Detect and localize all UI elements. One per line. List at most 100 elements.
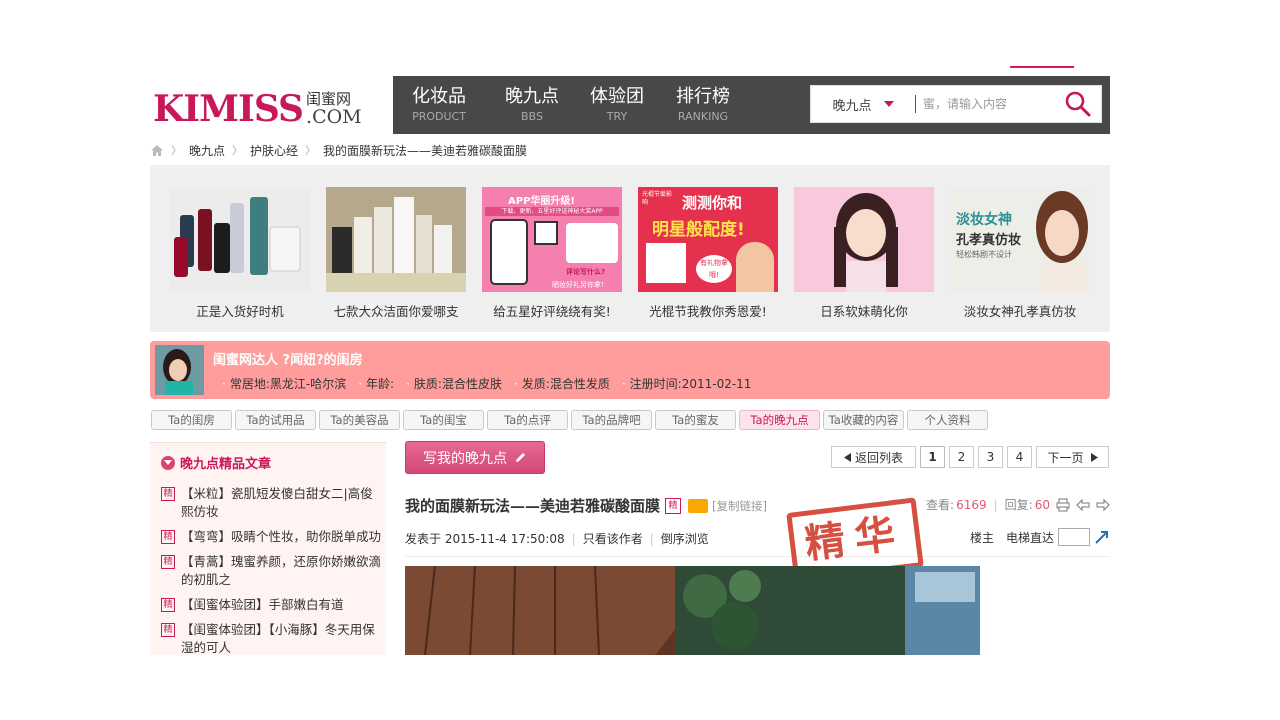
qr-code-image xyxy=(646,243,686,283)
breadcrumb-separator: 〉 xyxy=(305,144,317,157)
nav-item-try[interactable]: 体验团 TRY xyxy=(586,84,648,124)
logo-brand: KIMISS xyxy=(153,88,304,130)
tab-trial[interactable]: Ta的试用品 xyxy=(235,410,316,430)
portrait-image xyxy=(1036,191,1088,292)
page-4-button[interactable]: 4 xyxy=(1007,446,1032,468)
banner-headline: 淡妆女神 xyxy=(956,212,1012,228)
tab-profile[interactable]: 个人资料 xyxy=(907,410,988,430)
tab-brand-bar[interactable]: Ta的品牌吧 xyxy=(571,410,652,430)
list-item[interactable]: 精 【弯弯】吸睛个性妆，助你脱单成功 xyxy=(161,528,383,546)
nav-item-bbs[interactable]: 晚九点 BBS xyxy=(501,84,563,124)
arrow-left-icon xyxy=(843,452,851,462)
views-label: 查看: xyxy=(926,498,955,512)
tab-favorites[interactable]: Ta收藏的内容 xyxy=(823,410,904,430)
previous-thread-icon[interactable] xyxy=(1076,498,1090,512)
list-item-title: 【闺蜜体验团】手部嫩白有道 xyxy=(181,597,344,612)
page-3-button[interactable]: 3 xyxy=(978,446,1003,468)
tab-room[interactable]: Ta的闺房 xyxy=(151,410,232,430)
tab-treasure[interactable]: Ta的闺宝 xyxy=(403,410,484,430)
banner-image-cosmetics xyxy=(170,187,310,292)
avatar[interactable] xyxy=(155,345,204,395)
sidebar-header: 晚九点精品文章 xyxy=(161,453,271,472)
breadcrumb-item[interactable]: 晚九点 xyxy=(189,142,225,159)
banner-tag: 有礼物拿哦! xyxy=(696,255,732,283)
cleanser-tubes-image xyxy=(326,187,466,292)
banner-card[interactable]: 光棍节爱影响 测测你和 明星般配度! 有礼物拿哦! 光棍节我教你秀恩爱! xyxy=(638,187,778,320)
header-accent-line xyxy=(1010,66,1074,68)
list-item[interactable]: 精 【米粒】瓷肌短发傻白甜女二|高俊熙仿妆 xyxy=(161,485,383,521)
banner-card[interactable]: 七款大众洁面你爱哪支 xyxy=(326,187,466,320)
author-only-link[interactable]: 只看该作者 xyxy=(583,530,643,547)
nav-item-product[interactable]: 化妆品 PRODUCT xyxy=(408,84,470,124)
list-item-title: 【弯弯】吸睛个性妆，助你脱单成功 xyxy=(181,529,382,544)
profile-tabs: Ta的闺房 Ta的试用品 Ta的美容品 Ta的闺宝 Ta的点评 Ta的品牌吧 T… xyxy=(151,410,988,430)
profile-location: 常居地:黑龙江-哈尔滨 xyxy=(222,375,346,392)
page-1-button[interactable]: 1 xyxy=(920,446,945,468)
profile-hair-type: 发质:混合性发质 xyxy=(514,375,610,392)
tab-friends[interactable]: Ta的蜜友 xyxy=(655,410,736,430)
banner-card[interactable]: APP华丽升级! 下载、更新、五星好评送神秘大奖APP 评论写什么? 晒妆好礼另… xyxy=(482,187,622,320)
sidebar-featured: 晚九点精品文章 精 【米粒】瓷肌短发傻白甜女二|高俊熙仿妆 精 【弯弯】吸睛个性… xyxy=(150,442,386,655)
phone-image xyxy=(490,219,528,285)
logo-com: .COM xyxy=(306,106,362,128)
user-profile-bar: 闺蜜网达人 ?闻妞?的闺房 常居地:黑龙江-哈尔滨 年龄: 肤质:混合性皮肤 发… xyxy=(150,341,1110,399)
search-icon[interactable] xyxy=(1063,89,1093,119)
list-item[interactable]: 精 【闺蜜体验团】【小海豚】冬天用保湿的可人 xyxy=(161,621,383,655)
tab-beauty[interactable]: Ta的美容品 xyxy=(319,410,400,430)
featured-badge-icon: 精 xyxy=(161,598,175,612)
search-input[interactable] xyxy=(923,92,1059,116)
reverse-order-link[interactable]: 倒序浏览 xyxy=(661,530,709,547)
nav-label: 化妆品 xyxy=(412,86,466,107)
meta-separator: | xyxy=(571,531,576,546)
back-to-list-button[interactable]: 返回列表 xyxy=(831,446,916,468)
banner-headline: 孔孝真仿妆 xyxy=(956,233,1022,248)
page-2-button[interactable]: 2 xyxy=(949,446,974,468)
next-thread-icon[interactable] xyxy=(1096,498,1110,512)
write-post-label: 写我的晚九点 xyxy=(423,450,507,467)
copy-link-button[interactable]: [复制链接] xyxy=(712,498,767,514)
banner-headline: APP华丽升级! xyxy=(508,196,575,207)
featured-badge-icon: 精 xyxy=(161,487,175,501)
replies-label: 回复: xyxy=(1004,498,1033,512)
elevator-label: 电梯直达 xyxy=(1005,530,1054,545)
post-meta: 发表于 2015-11-4 17:50:08 | 只看该作者 | 倒序浏览 xyxy=(405,530,709,547)
breadcrumb-separator: 〉 xyxy=(171,144,182,157)
chevron-down-icon xyxy=(161,455,175,470)
next-page-label: 下一页 xyxy=(1047,450,1084,465)
pencil-icon xyxy=(516,453,525,462)
search-category-select[interactable]: 晚九点 xyxy=(811,86,915,122)
list-item[interactable]: 精 【青蒿】瑰蜜养颜，还原你娇嫩欲滴的初肌之 xyxy=(161,553,383,589)
go-arrow-icon[interactable] xyxy=(1094,529,1110,545)
next-page-button[interactable]: 下一页 xyxy=(1036,446,1109,468)
featured-badge-icon: 精 xyxy=(665,497,682,514)
replies-count: 60 xyxy=(1034,497,1050,512)
portrait-image xyxy=(736,242,774,292)
breadcrumb-current[interactable]: 我的面膜新玩法——美迪若雅碳酸面膜 xyxy=(323,142,527,159)
search-category-label: 晚九点 xyxy=(832,98,872,114)
post-photo xyxy=(405,566,980,655)
print-icon[interactable] xyxy=(1056,498,1070,512)
qr-code-image xyxy=(534,221,558,245)
banner-tag: 评论写什么? xyxy=(566,268,606,276)
tab-bbs[interactable]: Ta的晚九点 xyxy=(739,410,820,430)
write-post-button[interactable]: 写我的晚九点 xyxy=(405,441,545,474)
search-divider xyxy=(915,95,916,113)
list-item[interactable]: 精 【闺蜜体验团】手部嫩白有道 xyxy=(161,596,383,614)
floor-number-input[interactable] xyxy=(1058,528,1090,546)
featured-badge-icon: 精 xyxy=(161,555,175,569)
featured-badge-icon: 精 xyxy=(161,623,175,637)
post-title: 我的面膜新玩法——美迪若雅碳酸面膜 xyxy=(405,497,661,515)
banner-card[interactable]: 日系软妹萌化你 xyxy=(794,187,934,320)
main-nav: 化妆品 PRODUCT 晚九点 BBS 体验团 TRY 排行榜 RANKING … xyxy=(393,76,1110,134)
tab-reviews[interactable]: Ta的点评 xyxy=(487,410,568,430)
banner-card[interactable]: 正是入货好时机 xyxy=(170,187,310,320)
home-icon[interactable] xyxy=(150,144,164,157)
banner-card[interactable]: 淡妆女神 孔孝真仿妆 轻松韩剧不设计 淡妆女神孔孝真仿妆 xyxy=(950,187,1090,320)
stats-separator: | xyxy=(993,497,998,512)
divider xyxy=(405,556,1110,557)
site-logo[interactable]: KIMISS 闺蜜网 .COM xyxy=(153,84,362,128)
list-item-title: 【米粒】瓷肌短发傻白甜女二|高俊熙仿妆 xyxy=(181,486,373,519)
breadcrumb-item[interactable]: 护肤心经 xyxy=(250,142,298,159)
banner-subline: 轻松韩剧不设计 xyxy=(956,250,1012,259)
nav-item-ranking[interactable]: 排行榜 RANKING xyxy=(671,84,735,124)
